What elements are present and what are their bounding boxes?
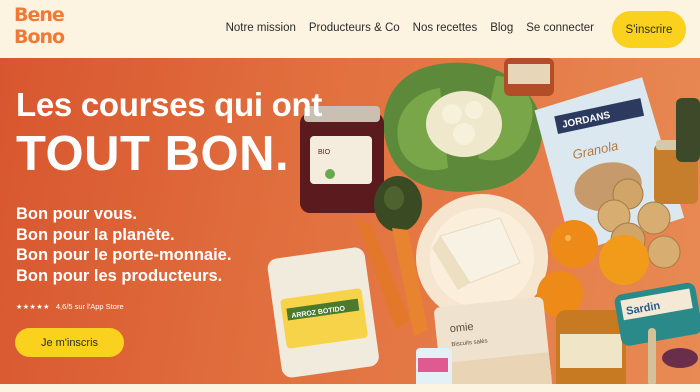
- hero-taglines: Bon pour vous. Bon pour la planète. Bon …: [16, 204, 231, 286]
- tagline-porte-monnaie: Bon pour le porte-monnaie.: [16, 246, 232, 264]
- header: Bene Bono Notre mission Producteurs & Co…: [0, 0, 700, 58]
- logo[interactable]: Bene Bono: [14, 4, 65, 48]
- rating-text: 4,6/5 sur l'App Store: [55, 302, 124, 311]
- page-bottom-strip: [0, 384, 700, 392]
- hero-section: BIO ARROZ BOTIDO JORDANS Granola omie Bi…: [0, 58, 700, 392]
- nav-blog[interactable]: Blog: [490, 22, 513, 34]
- nav-se-connecter[interactable]: Se connecter: [526, 22, 594, 34]
- main-nav: Notre mission Producteurs & Co Nos recet…: [226, 22, 594, 34]
- omie-brand: omie: [449, 321, 474, 335]
- hero-headline-line-2: TOUT BON.: [16, 127, 290, 181]
- nav-notre-mission[interactable]: Notre mission: [226, 22, 296, 34]
- jar-label: BIO: [318, 149, 331, 156]
- rating-stars-icon: ★★★★★: [16, 303, 50, 311]
- signup-button[interactable]: S'inscrire: [612, 11, 686, 48]
- tagline-producteurs: Bon pour les producteurs.: [16, 266, 223, 285]
- tagline-planete: Bon pour la planète.: [16, 225, 175, 244]
- logo-line-2: Bono: [14, 26, 65, 48]
- orange-icon: [550, 220, 598, 268]
- logo-line-1: Bene: [14, 4, 65, 26]
- hero-signup-button[interactable]: Je m'inscris: [15, 328, 124, 357]
- app-store-rating: ★★★★★ 4,6/5 sur l'App Store: [16, 302, 124, 311]
- nav-producteurs[interactable]: Producteurs & Co: [309, 22, 400, 34]
- nav-nos-recettes[interactable]: Nos recettes: [413, 22, 478, 34]
- tagline-vous: Bon pour vous.: [16, 205, 137, 223]
- hero-headline-line-1: Les courses qui ont: [16, 86, 323, 123]
